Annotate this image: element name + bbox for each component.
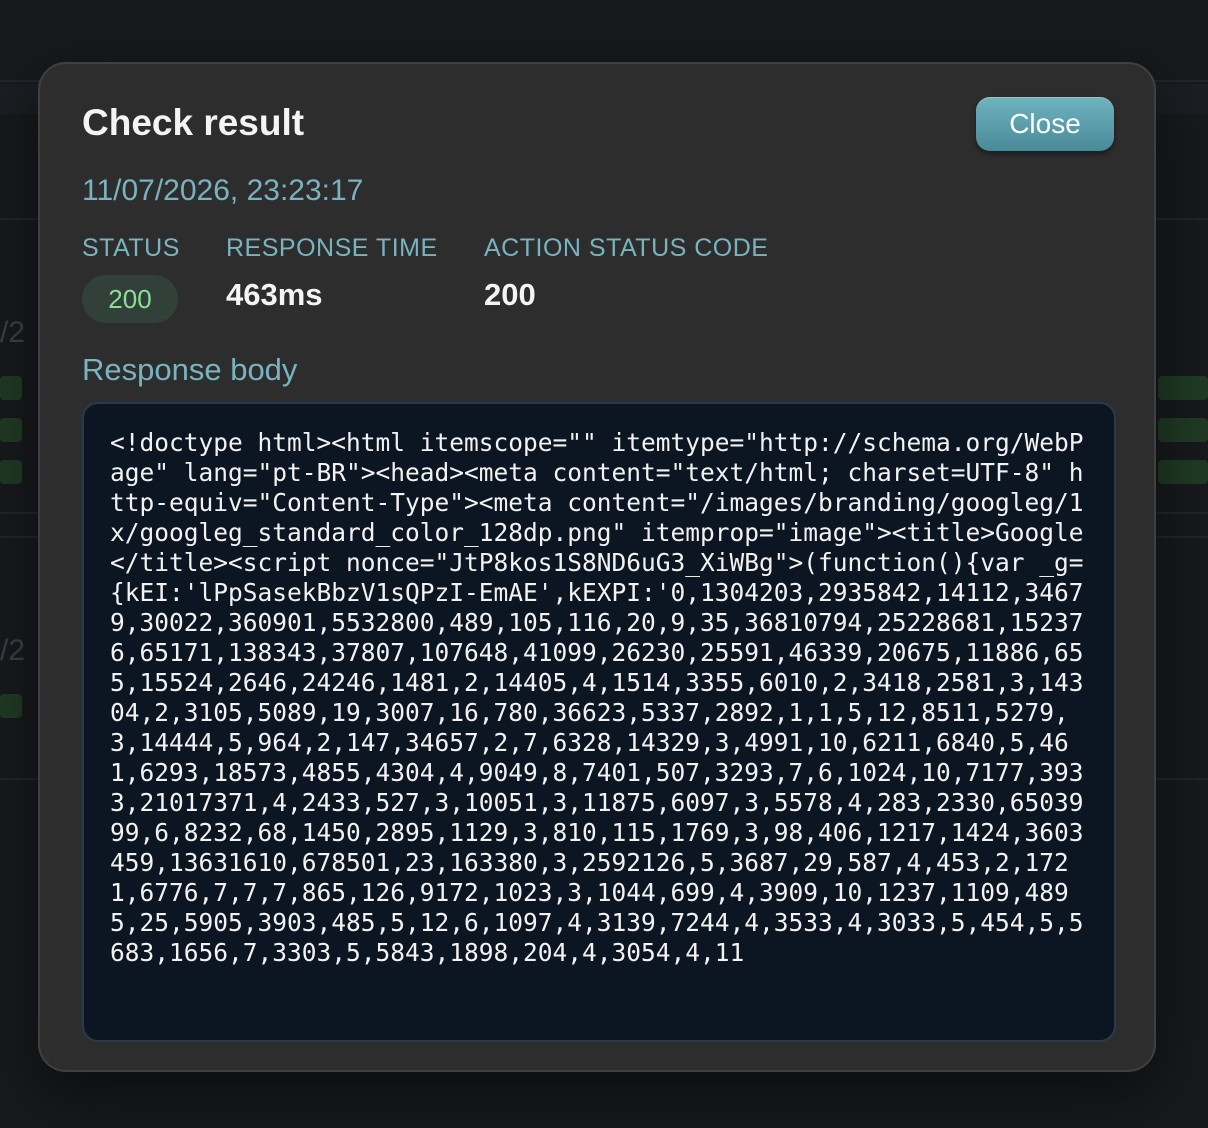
action-status-code-value: 200 xyxy=(484,277,536,312)
background-progress-bar xyxy=(0,376,22,400)
check-result-modal: Check result Close 11/07/2026, 23:23:17 … xyxy=(38,62,1156,1072)
response-time-stat: RESPONSE TIME 463ms xyxy=(226,234,438,313)
background-progress-bar xyxy=(1158,418,1208,442)
action-status-code-stat: ACTION STATUS CODE 200 xyxy=(484,234,768,313)
modal-title: Check result xyxy=(82,102,305,143)
response-body-heading: Response body xyxy=(82,352,298,387)
status-label: STATUS xyxy=(82,234,180,262)
status-stat: STATUS 200 xyxy=(82,234,180,323)
close-button[interactable]: Close xyxy=(976,97,1114,151)
status-badge: 200 xyxy=(82,275,178,323)
response-body-viewer[interactable]: <!doctype html><html itemscope="" itemty… xyxy=(82,402,1116,1042)
background-progress-bar xyxy=(0,460,22,484)
response-time-value: 463ms xyxy=(226,277,323,312)
background-fraction-text: /2 xyxy=(0,316,26,349)
background-progress-bar xyxy=(0,694,22,718)
background-progress-bar xyxy=(1158,460,1208,484)
background-fraction-text: /2 xyxy=(0,634,26,667)
response-body-text: <!doctype html><html itemscope="" itemty… xyxy=(110,428,1084,967)
action-status-code-label: ACTION STATUS CODE xyxy=(484,234,769,262)
response-time-label: RESPONSE TIME xyxy=(226,234,438,262)
check-timestamp: 11/07/2026, 23:23:17 xyxy=(82,174,364,207)
background-progress-bar xyxy=(0,418,22,442)
background-progress-bar xyxy=(1158,376,1208,400)
